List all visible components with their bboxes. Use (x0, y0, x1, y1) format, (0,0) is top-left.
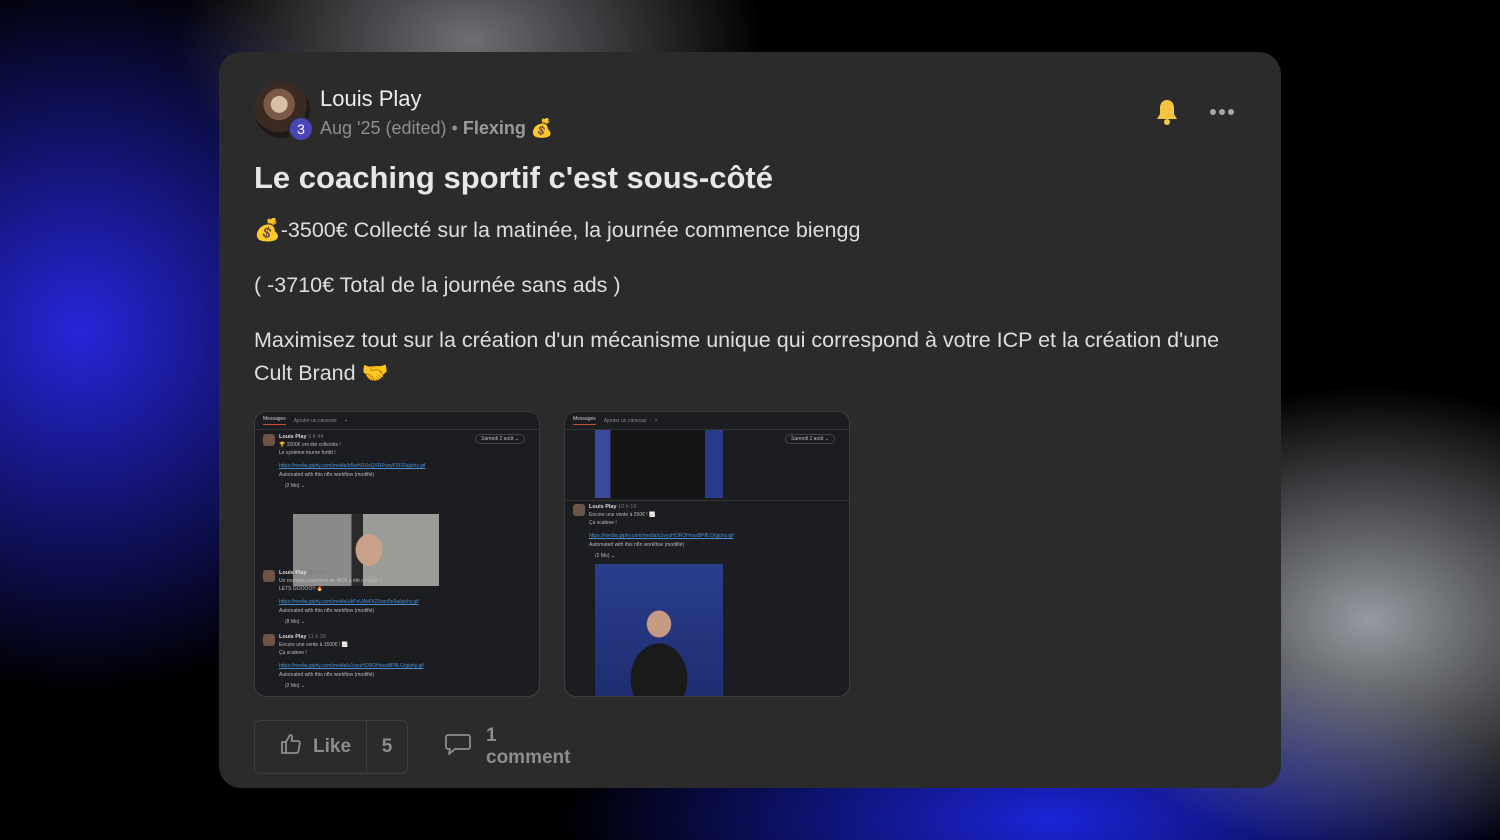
message-line: Le système tourne fortttt ! (279, 450, 336, 456)
thumbs-up-icon (279, 732, 303, 762)
message-line: Encore une vente à 1500€ ! 📈 (279, 642, 349, 648)
message-line: Ça scaleee ! (589, 520, 617, 526)
message-author: Louis Play 11 h 33 (279, 634, 326, 640)
tab-add: + (344, 417, 348, 424)
tab-messages: Messages (263, 416, 286, 425)
message-avatar (573, 504, 585, 516)
message-line: Encore une vente à 250€ ! 📈 (589, 512, 656, 518)
message-size: (2 Mo) ⌄ (285, 483, 306, 489)
message-size: (2 Mo) ⌄ (595, 553, 616, 559)
tab-canvas: Ajouter un canevas (293, 417, 337, 424)
shot-tabs: Messages Ajouter un canevas + (255, 412, 539, 430)
message-avatar (263, 434, 275, 446)
post-meta: Aug '25 (edited) • Flexing 💰 (320, 118, 553, 139)
message-automation: Automated with this n8n workflow (modifi… (279, 672, 375, 678)
message-size: (2 Mo) ⌄ (285, 683, 306, 689)
post-paragraph-1: 💰-3500€ Collecté sur la matinée, la jour… (254, 218, 861, 242)
message-line: Un nouveau paiement de 460€ a été collec… (279, 578, 382, 584)
post-paragraph-2: ( -3710€ Total de la journée sans ads ) (254, 273, 621, 297)
tab-messages: Messages (573, 416, 596, 425)
message-automation: Automated with this n8n workflow (modifi… (279, 472, 375, 478)
message-automation: Automated with this n8n workflow (modifi… (589, 542, 685, 548)
like-count[interactable]: 5 (367, 721, 407, 773)
comment-label: 1 comment (486, 725, 571, 768)
message-avatar (263, 570, 275, 582)
date-pill: Samedi 2 août ⌄ (475, 434, 525, 444)
comment-button[interactable]: 1 comment (444, 720, 570, 774)
post-title: Le coaching sportif c'est sous-côté (254, 160, 773, 195)
post-card: 3 Louis Play Aug '25 (edited) • Flexing … (219, 52, 1281, 788)
message-author: Louis Play 10 h 37 (279, 570, 327, 576)
gif-preview (595, 564, 723, 696)
tab-canvas: Ajouter un canevas (603, 417, 647, 424)
like-button[interactable]: Like (255, 721, 367, 773)
message-line: 🏆 1500€ ont été collectés ! (279, 442, 341, 448)
level-badge: 3 (288, 116, 314, 142)
message-avatar (263, 634, 275, 646)
message-link: https://media.giphy.com/media/u1vyuHOROH… (589, 533, 734, 539)
message-size: (8 Mo) ⌄ (285, 619, 306, 625)
comment-bubble-icon (444, 732, 472, 762)
author-name[interactable]: Louis Play (320, 86, 422, 112)
tab-add: + (654, 417, 658, 424)
post-paragraph-3: Maximisez tout sur la création d'un méca… (254, 328, 1220, 385)
message-line: LETS GOOOO!! 🔥 (279, 586, 323, 592)
date-pill: Samedi 2 août ⌄ (785, 434, 835, 444)
attachment-image-2[interactable]: Messages Ajouter un canevas + Samedi 2 a… (564, 411, 850, 697)
gif-preview (595, 430, 723, 498)
shot-tabs: Messages Ajouter un canevas + (565, 412, 849, 430)
meta-separator: • (451, 118, 458, 138)
message-link: https://media.giphy.com/media/b5wHOUsQXR… (279, 463, 426, 469)
message-line: Ça scaleee ! (279, 650, 307, 656)
post-category[interactable]: Flexing 💰 (463, 118, 553, 138)
like-label: Like (313, 736, 352, 757)
divider (565, 500, 849, 501)
message-link: https://media.giphy.com/media/ukPeUAbFlt… (279, 599, 419, 605)
message-author: Louis Play 10 h 19 (589, 504, 637, 510)
bell-icon[interactable] (1155, 98, 1179, 126)
like-control: Like 5 (254, 720, 408, 774)
message-link: https://media.giphy.com/media/u1vyuHOROH… (279, 663, 424, 669)
post-date: Aug '25 (edited) (320, 118, 447, 138)
message-author: Louis Play 9 h 44 (279, 434, 324, 440)
more-options-icon[interactable] (1209, 102, 1235, 122)
attachment-image-1[interactable]: Messages Ajouter un canevas + Samedi 2 a… (254, 411, 540, 697)
message-automation: Automated with this n8n workflow (modifi… (279, 608, 375, 614)
